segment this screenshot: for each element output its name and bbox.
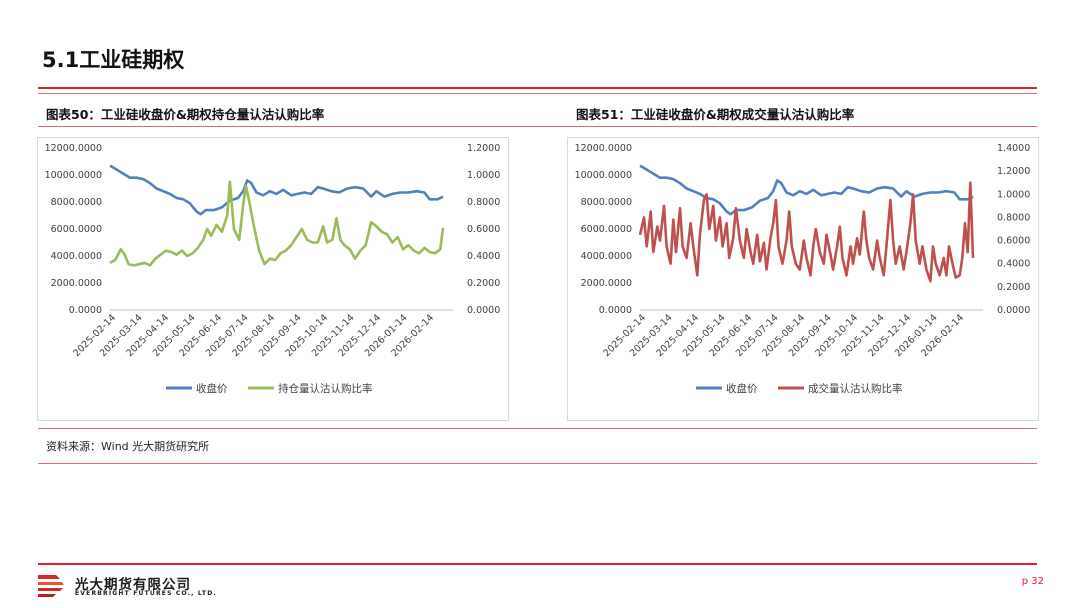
y-right-tick-label: 1.0000 — [997, 189, 1030, 200]
y-left-tick-label: 4000.0000 — [581, 251, 632, 262]
footer-divider — [38, 563, 1037, 565]
y-right-tick-label: 0.8000 — [467, 197, 500, 208]
y-left-tick-label: 12000.0000 — [45, 143, 102, 154]
y-left-tick-label: 0.0000 — [599, 305, 632, 316]
legend-label: 收盘价 — [196, 382, 228, 395]
y-right-tick-label: 1.2000 — [997, 166, 1030, 177]
legend-label: 收盘价 — [726, 382, 758, 395]
y-right-tick-label: 0.6000 — [997, 236, 1030, 247]
y-left-tick-label: 12000.0000 — [575, 143, 632, 154]
y-right-tick-label: 0.0000 — [467, 305, 500, 316]
y-right-tick-label: 1.2000 — [467, 143, 500, 154]
y-left-tick-label: 6000.0000 — [581, 224, 632, 235]
page-number: p 32 — [1021, 576, 1044, 587]
source-divider-bottom — [38, 463, 1037, 464]
title-divider — [38, 87, 1037, 89]
source-note: 资料来源：Wind 光大期货研究所 — [46, 440, 210, 453]
y-left-tick-label: 2000.0000 — [51, 278, 102, 289]
legend-label: 持仓量认沽认购比率 — [278, 382, 373, 395]
figure-divider — [38, 126, 1037, 127]
y-left-tick-label: 10000.0000 — [45, 170, 102, 181]
y-right-tick-label: 0.2000 — [467, 278, 500, 289]
chart-panel-right: 0.0000 2000.0000 4000.0000 6000.0000 8000.00… — [567, 137, 1039, 421]
y-right-tick-label: 1.4000 — [997, 143, 1030, 154]
y-right-tick-label: 0.2000 — [997, 282, 1030, 293]
y-right-tick-label: 0.8000 — [997, 212, 1030, 223]
everbright-logo-icon — [36, 572, 66, 600]
y-left-tick-label: 8000.0000 — [581, 197, 632, 208]
legend-label: 成交量认沽认购比率 — [808, 382, 903, 395]
y-left-tick-label: 8000.0000 — [51, 197, 102, 208]
chart-svg-right: 0.0000 2000.0000 4000.0000 6000.0000 8000.00… — [575, 143, 1031, 395]
y-right-tick-label: 1.0000 — [467, 170, 500, 181]
source-divider-top — [38, 428, 1037, 429]
page-title: 5.1工业硅期权 — [42, 48, 185, 72]
y-left-tick-label: 6000.0000 — [51, 224, 102, 235]
series-line-close-price — [109, 164, 444, 216]
y-right-tick-label: 0.0000 — [997, 305, 1030, 316]
chart-panel-left: 0.0000 2000.0000 4000.0000 6000.0000 8000.00… — [37, 137, 509, 421]
y-left-tick-label: 2000.0000 — [581, 278, 632, 289]
y-left-tick-label: 0.0000 — [69, 305, 102, 316]
y-left-tick-label: 4000.0000 — [51, 251, 102, 262]
y-left-tick-label: 10000.0000 — [575, 170, 632, 181]
y-right-tick-label: 0.4000 — [997, 259, 1030, 270]
y-right-tick-label: 0.6000 — [467, 224, 500, 235]
chart-svg-left: 0.0000 2000.0000 4000.0000 6000.0000 8000.00… — [45, 143, 501, 395]
company-name-en: EVERBRIGHT FUTURES CO., LTD. — [75, 590, 217, 597]
y-right-tick-label: 0.4000 — [467, 251, 500, 262]
series-line-close-price — [639, 164, 974, 216]
chart-title-left: 图表50：工业硅收盘价&期权持仓量认沽认购比率 — [46, 107, 325, 122]
title-divider-thin — [38, 93, 1037, 94]
series-line-put-call-ratio — [638, 181, 975, 283]
chart-title-right: 图表51：工业硅收盘价&期权成交量认沽认购比率 — [576, 107, 855, 122]
